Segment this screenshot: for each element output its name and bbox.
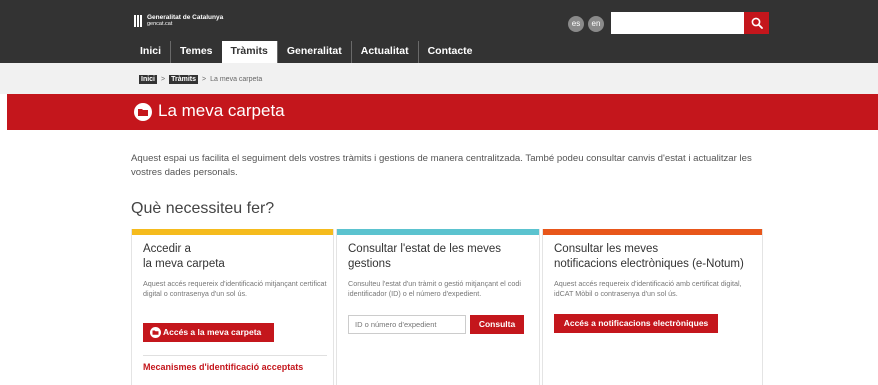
gencat-logo[interactable]: Generalitat de Catalunya gencat.cat xyxy=(134,14,223,27)
nav-actualitat[interactable]: Actualitat xyxy=(350,41,418,63)
main-nav: Inici Temes Tràmits Generalitat Actualit… xyxy=(131,41,482,63)
card-accent-bar xyxy=(337,229,539,235)
logo-subtitle: gencat.cat xyxy=(147,21,173,27)
search-icon xyxy=(751,17,763,29)
intro-text: Aquest espai us facilita el seguiment de… xyxy=(131,153,752,178)
breadcrumb-separator: > xyxy=(161,76,166,83)
card-title: Consultar les meves notificacions electr… xyxy=(554,243,744,270)
card-accent-bar xyxy=(543,229,762,235)
card-title: Consultar l'estat de les meves gestions xyxy=(348,243,502,270)
breadcrumb-current: La meva carpeta xyxy=(210,76,263,83)
breadcrumb-bar: Inici > Tràmits > La meva carpeta xyxy=(0,63,878,94)
folder-icon xyxy=(150,327,161,338)
nav-tramits[interactable]: Tràmits xyxy=(221,41,277,63)
expedient-input[interactable] xyxy=(348,315,466,334)
card-description: Consulteu l'estat d'un tràmit o gestió m… xyxy=(348,279,521,298)
nav-contacte[interactable]: Contacte xyxy=(417,41,482,63)
nav-temes[interactable]: Temes xyxy=(170,41,222,63)
nav-generalitat[interactable]: Generalitat xyxy=(276,41,351,63)
access-folder-button[interactable]: Accés a la meva carpeta xyxy=(143,323,274,342)
divider xyxy=(143,355,327,356)
search-button[interactable] xyxy=(744,12,769,34)
top-bar: Generalitat de Catalunya gencat.cat es e… xyxy=(0,0,878,63)
card-title: Accedir a la meva carpeta xyxy=(143,243,225,270)
card-access-folder: Accedir a la meva carpeta Aquest accés r… xyxy=(131,229,334,385)
access-folder-label: Accés a la meva carpeta xyxy=(163,327,262,337)
senyera-icon xyxy=(134,15,144,27)
card-notifications: Consultar les meves notificacions electr… xyxy=(542,229,763,385)
nav-inici[interactable]: Inici xyxy=(131,41,170,63)
identification-mechanisms-link[interactable]: Mecanismes d'identificació acceptats xyxy=(143,362,303,372)
lang-es-button[interactable]: es xyxy=(568,16,584,32)
consulta-button[interactable]: Consulta xyxy=(470,315,524,334)
breadcrumb-tramits[interactable]: Tràmits xyxy=(169,75,199,84)
page-title: La meva carpeta xyxy=(158,101,285,120)
card-check-status: Consultar l'estat de les meves gestions … xyxy=(336,229,540,385)
card-accent-bar xyxy=(132,229,333,235)
breadcrumb: Inici > Tràmits > La meva carpeta xyxy=(139,75,262,84)
search-input[interactable] xyxy=(611,12,744,34)
card-description: Aquest accés requereix d'identificació a… xyxy=(554,279,742,298)
breadcrumb-inici[interactable]: Inici xyxy=(139,75,158,84)
notifications-button[interactable]: Accés a notificacions electròniques xyxy=(554,314,718,333)
lang-en-button[interactable]: en xyxy=(588,16,604,32)
card-description: Aquest accés requereix d'identificació m… xyxy=(143,279,327,298)
breadcrumb-separator: > xyxy=(202,76,207,83)
section-title: Què necessiteu fer? xyxy=(131,200,275,217)
folder-icon xyxy=(134,103,152,121)
